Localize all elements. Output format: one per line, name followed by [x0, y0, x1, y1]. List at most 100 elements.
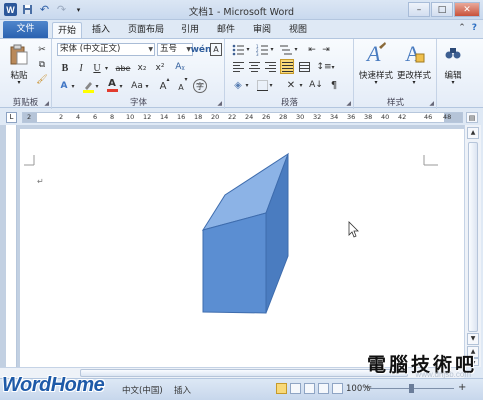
show-hide-marks-icon[interactable]: ¶ — [328, 78, 340, 92]
vertical-ruler[interactable] — [6, 125, 17, 367]
numbering-icon[interactable]: 123 — [256, 43, 268, 56]
font-color-icon[interactable]: A — [105, 78, 119, 92]
tab-selector-box[interactable]: L — [6, 112, 17, 123]
borders-icon[interactable] — [256, 78, 268, 92]
view-ruler-icon[interactable]: ▤ — [466, 112, 478, 123]
align-left-icon[interactable] — [232, 60, 244, 74]
horizontal-scroll-thumb[interactable] — [80, 369, 408, 377]
chinese-layout-dropdown-icon[interactable]: ▾ — [298, 78, 304, 92]
italic-button[interactable]: I — [75, 61, 87, 75]
shading-dropdown-icon[interactable]: ▾ — [244, 78, 250, 92]
zoom-slider-thumb[interactable] — [409, 384, 414, 393]
character-border-icon[interactable]: A — [210, 43, 222, 56]
ruler-mark: 30 — [296, 113, 305, 121]
text-effects-dropdown-icon[interactable]: ▾ — [70, 79, 76, 93]
tab-view[interactable]: 视图 — [284, 22, 312, 38]
format-painter-icon[interactable]: 🖌 — [36, 74, 48, 86]
vertical-scrollbar[interactable]: ▲ ▼ ▲ ▼ — [464, 125, 481, 367]
cut-icon[interactable]: ✂ — [36, 44, 48, 56]
sort-icon[interactable]: A↓ — [309, 78, 323, 92]
enclose-characters-icon[interactable]: 字 — [193, 79, 207, 93]
numbering-dropdown-icon[interactable]: ▾ — [269, 43, 275, 56]
zoom-in-icon[interactable]: + — [458, 382, 466, 393]
font-launcher-icon[interactable]: ◢ — [217, 100, 222, 107]
help-icon[interactable]: ? — [472, 23, 477, 33]
ruler-mark: 14 — [160, 113, 169, 121]
full-screen-view-icon[interactable] — [290, 383, 301, 394]
ruler-mark: 2 — [27, 113, 32, 121]
language-status[interactable]: 中文(中国) — [122, 384, 163, 396]
underline-button[interactable]: U — [91, 61, 103, 75]
text-effects-icon[interactable]: A — [57, 79, 71, 93]
vertical-scroll-thumb[interactable] — [468, 142, 478, 332]
outline-view-icon[interactable] — [318, 383, 329, 394]
phonetic-guide-icon[interactable]: wén — [191, 43, 212, 56]
highlight-dropdown-icon[interactable]: ▾ — [94, 79, 100, 93]
editing-dropdown-icon[interactable]: ▾ — [446, 79, 460, 86]
line-spacing-icon[interactable]: ↕≡ — [316, 60, 331, 74]
distributed-icon[interactable] — [298, 60, 310, 74]
change-styles-dropdown-icon[interactable]: ▾ — [407, 79, 421, 86]
tab-page-layout[interactable]: 页面布局 — [122, 22, 170, 38]
minimize-ribbon-icon[interactable]: ⌃ — [458, 23, 466, 33]
paragraph-launcher-icon[interactable]: ◢ — [346, 100, 351, 107]
font-color-dropdown-icon[interactable]: ▾ — [118, 79, 124, 93]
copy-icon[interactable]: ⧉ — [36, 59, 48, 71]
chinese-layout-icon[interactable]: ✕ — [284, 78, 298, 92]
tab-insert[interactable]: 插入 — [86, 22, 116, 38]
quick-styles-dropdown-icon[interactable]: ▾ — [369, 79, 383, 86]
align-center-icon[interactable] — [248, 60, 260, 74]
font-name-select[interactable]: 宋体 (中文正文) ▼ — [57, 43, 155, 56]
styles-launcher-icon[interactable]: ◢ — [429, 100, 434, 107]
insert-mode-status[interactable]: 插入 — [174, 384, 191, 396]
subscript-button[interactable]: x₂ — [135, 61, 149, 75]
line-spacing-dropdown-icon[interactable]: ▾ — [330, 60, 336, 74]
shading-icon[interactable]: ◈ — [232, 78, 244, 92]
ruler-mark: 20 — [211, 113, 220, 121]
tab-home[interactable]: 开始 — [52, 22, 82, 38]
clear-formatting-icon[interactable]: Aᵪ — [173, 60, 187, 74]
maximize-button[interactable]: □ — [431, 2, 453, 17]
change-styles-icon[interactable]: A — [403, 41, 425, 67]
crop-mark-top-right — [423, 155, 438, 166]
quick-styles-icon[interactable]: A — [365, 41, 387, 67]
bullets-icon[interactable] — [232, 43, 244, 56]
scroll-down-icon[interactable]: ▼ — [467, 333, 479, 345]
find-binoculars-icon[interactable] — [444, 43, 462, 63]
minimize-button[interactable]: – — [408, 2, 430, 17]
bullets-dropdown-icon[interactable]: ▾ — [245, 43, 251, 56]
paste-dropdown-icon[interactable]: ▾ — [12, 79, 26, 86]
draft-view-icon[interactable] — [332, 383, 343, 394]
font-size-select[interactable]: 五号 ▼ — [157, 43, 193, 56]
web-layout-view-icon[interactable] — [304, 383, 315, 394]
decrease-indent-icon[interactable]: ⇤ — [306, 43, 318, 56]
increase-indent-icon[interactable]: ⇥ — [320, 43, 332, 56]
highlight-icon[interactable] — [81, 79, 95, 93]
change-case-dropdown-icon[interactable]: ▾ — [144, 79, 150, 93]
multilevel-list-icon[interactable] — [280, 43, 292, 56]
tab-review[interactable]: 审阅 — [248, 22, 276, 38]
superscript-button[interactable]: x² — [153, 61, 167, 75]
paste-icon[interactable] — [8, 43, 30, 67]
ruler-mark: 24 — [245, 113, 254, 121]
scroll-up-icon[interactable]: ▲ — [467, 127, 479, 139]
ruler-mark: 32 — [313, 113, 322, 121]
multilevel-dropdown-icon[interactable]: ▾ — [293, 43, 299, 56]
align-right-icon[interactable] — [264, 60, 276, 74]
clipboard-launcher-icon[interactable]: ◢ — [44, 100, 49, 107]
bold-button[interactable]: B — [59, 61, 71, 75]
cuboid-shape[interactable] — [201, 152, 289, 314]
watermark-url: www.dnjsb.com — [415, 370, 471, 379]
tab-file[interactable]: 文件 — [3, 21, 48, 38]
print-layout-view-icon[interactable] — [276, 383, 287, 394]
document-page[interactable]: ↵ — [20, 129, 464, 367]
tab-references[interactable]: 引用 — [176, 22, 204, 38]
justify-icon[interactable] — [280, 59, 294, 74]
change-case-button[interactable]: Aa — [129, 79, 145, 93]
tab-mailings[interactable]: 邮件 — [212, 22, 240, 38]
underline-dropdown-icon[interactable]: ▾ — [103, 61, 110, 75]
borders-dropdown-icon[interactable]: ▾ — [268, 78, 274, 92]
ruler-bar[interactable]: 2 2 4 6 8 10 12 14 16 18 20 22 24 26 28 … — [22, 112, 463, 123]
strikethrough-button[interactable]: abe — [115, 61, 131, 75]
close-button[interactable]: ✕ — [454, 2, 480, 17]
